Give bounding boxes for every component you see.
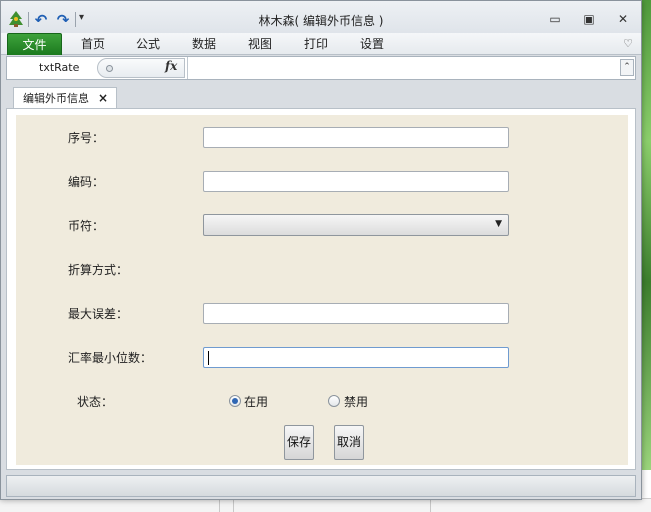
fx-icon[interactable]: fx [165, 59, 177, 73]
expand-formula-icon[interactable]: ⌃ [620, 59, 634, 76]
tab-print[interactable]: 打印 [296, 33, 336, 55]
document-frame: 序号： 编码： 币符： ▼ 折算方式： 最大误差： 汇率最小位数： 状态： 在用… [6, 108, 636, 470]
formula-bar: txtRate fx ⌃ [6, 56, 636, 80]
tab-data[interactable]: 数据 [184, 33, 224, 55]
status-active-radio[interactable] [229, 395, 241, 407]
rate-decimals-input[interactable] [203, 347, 509, 368]
tab-label: 编辑外币信息 [23, 92, 89, 105]
dropdown-arrow-icon: ▼ [495, 219, 502, 229]
tab-settings[interactable]: 设置 [352, 33, 392, 55]
background-app-footer [0, 498, 651, 512]
symbol-label: 币符： [68, 219, 105, 233]
tab-file[interactable]: 文件 [7, 33, 62, 55]
name-box-dot-icon [106, 65, 113, 72]
text-caret [208, 351, 209, 365]
status-disabled-radio[interactable] [328, 395, 340, 407]
max-error-input[interactable] [203, 303, 509, 324]
code-label: 编码： [68, 175, 105, 189]
code-input[interactable] [203, 171, 509, 192]
ribbon-tabs: 文件 首页 公式 数据 视图 打印 设置 ♡ [1, 33, 641, 55]
seq-input[interactable] [203, 127, 509, 148]
max-error-label: 最大误差： [68, 307, 129, 321]
document-area: 编辑外币信息 × 序号： 编码： 币符： ▼ 折算方式： 最大误差： 汇率最小位… [6, 83, 636, 471]
tab-home[interactable]: 首页 [73, 33, 113, 55]
title-bar: ↶ ↷ ▾ 林木森( 编辑外币信息 ) ▭ ▣ ✕ [1, 1, 641, 33]
currency-form: 序号： 编码： 币符： ▼ 折算方式： 最大误差： 汇率最小位数： 状态： 在用… [16, 115, 628, 465]
minimize-button[interactable]: ▭ [544, 12, 566, 28]
close-tab-icon[interactable]: × [98, 88, 108, 109]
tab-edit-currency[interactable]: 编辑外币信息 × [13, 87, 117, 109]
rate-decimals-label: 汇率最小位数： [68, 351, 153, 365]
cancel-button[interactable]: 取消 [334, 425, 364, 460]
tab-formula[interactable]: 公式 [128, 33, 168, 55]
background-cell [430, 499, 431, 512]
status-active-label[interactable]: 在用 [244, 393, 268, 410]
seq-label: 序号： [68, 131, 105, 145]
name-box[interactable]: txtRate [7, 57, 103, 79]
status-disabled-label[interactable]: 禁用 [344, 393, 368, 410]
restore-button[interactable]: ▣ [578, 12, 600, 28]
app-window: ↶ ↷ ▾ 林木森( 编辑外币信息 ) ▭ ▣ ✕ 文件 首页 公式 数据 视图… [0, 0, 642, 500]
conversion-label: 折算方式： [68, 263, 129, 277]
status-label: 状态： [77, 395, 114, 409]
close-button[interactable]: ✕ [612, 12, 634, 28]
save-button[interactable]: 保存 [284, 425, 314, 460]
tab-view[interactable]: 视图 [240, 33, 280, 55]
symbol-select[interactable]: ▼ [203, 214, 509, 236]
formula-input[interactable] [187, 57, 623, 79]
ribbon-collapse-icon[interactable]: ♡ [623, 37, 633, 50]
status-bar [6, 475, 636, 497]
background-cell [233, 499, 234, 512]
background-cell [219, 499, 220, 512]
